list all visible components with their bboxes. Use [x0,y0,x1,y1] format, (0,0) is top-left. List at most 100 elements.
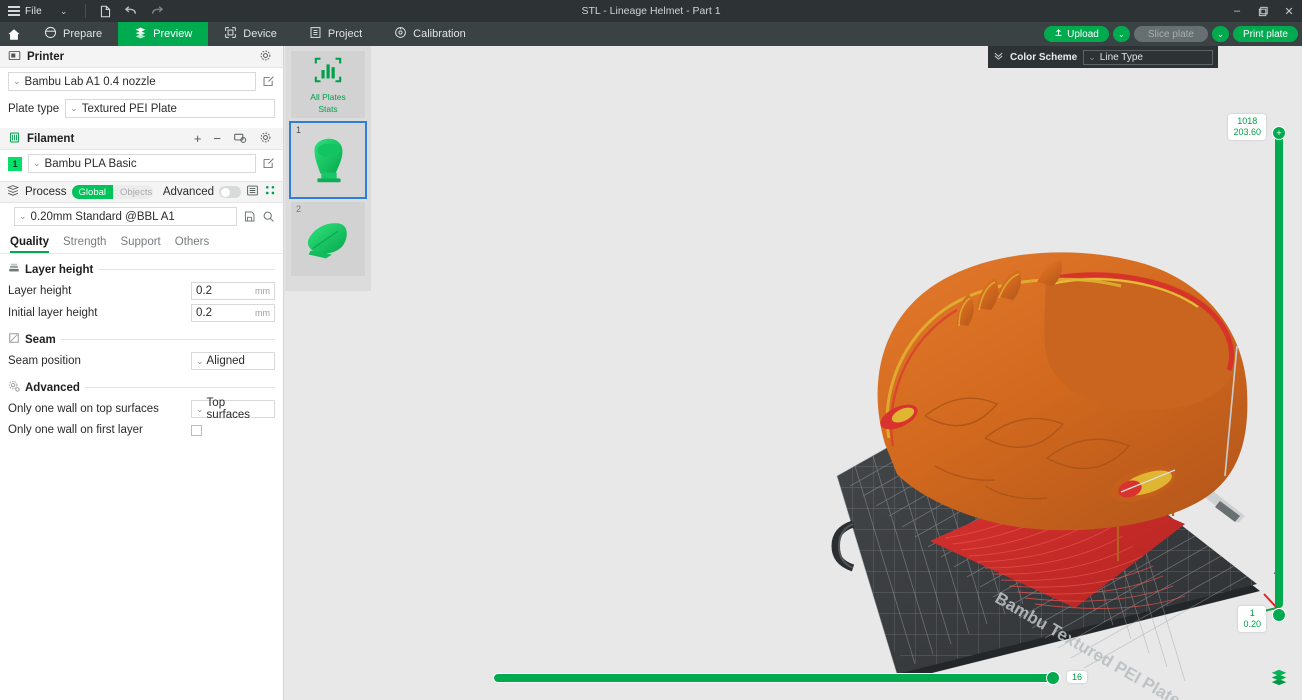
main-nav-bar: Prepare Preview Device Project Calibrati [0,22,1302,46]
printer-model-select[interactable]: ⌄ Bambu Lab A1 0.4 nozzle [8,72,256,91]
filament-settings-gear-icon[interactable] [256,131,275,147]
home-icon[interactable] [0,22,28,46]
compare-icon[interactable] [264,184,277,200]
process-preset-select[interactable]: ⌄ 0.20mm Standard @BBL A1 [14,207,237,226]
printer-section-header: Printer [0,46,283,68]
printer-icon [8,49,21,65]
layer-slider-bottom-layer: 1 [1243,608,1261,619]
moves-slider-track[interactable] [493,673,1061,683]
layer-slider-vertical[interactable]: 1018 203.60 + 1 0.20 [1272,120,1286,620]
tab-prepare[interactable]: Prepare [28,22,118,46]
setting-unit-initial-layer-height: mm [255,308,270,318]
collapse-icon[interactable] [993,48,1004,66]
window-title: STL - Lineage Helmet - Part 1 [0,5,1302,17]
redo-arrow-icon[interactable] [144,0,170,22]
layer-slider-lower-handle[interactable] [1272,608,1286,622]
filament-edit-icon[interactable] [262,157,275,170]
group-header-advanced: Advanced [0,372,283,398]
filament-add-button[interactable]: + [191,131,205,146]
plate-type-select[interactable]: ⌄ Textured PEI Plate [65,99,275,118]
layer-slider-track[interactable] [1275,132,1283,608]
setting-input-initial-layer-height[interactable]: 0.2 mm [191,304,275,322]
layers-stack-icon[interactable] [1266,664,1292,690]
advanced-toggle[interactable] [219,186,241,198]
setting-input-layer-height[interactable]: 0.2 mm [191,282,275,300]
tab-project[interactable]: Project [293,22,378,46]
all-plates-stats-label-line1: All Plates [310,92,345,102]
search-icon[interactable] [262,210,275,223]
setting-select-seam-position[interactable]: ⌄ Aligned [191,352,275,370]
color-scheme-label: Color Scheme [1010,52,1077,63]
tab-prepare-label: Prepare [63,28,102,40]
color-scheme-select[interactable]: ⌄ Line Type [1083,50,1213,65]
nav-actions: Upload ⌄ Slice plate ⌄ Print plate [1044,22,1298,46]
printer-edit-icon[interactable] [262,75,275,88]
file-menu-chevron-down-icon[interactable]: ⌄ [48,6,80,17]
bar-chart-icon [313,55,343,90]
setting-row-only-one-wall-first-layer: Only one wall on first layer [0,420,283,440]
tab-strength[interactable]: Strength [63,236,120,253]
printer-section-title: Printer [27,51,64,63]
layer-slider-upper-handle[interactable]: + [1272,126,1286,140]
printer-settings-gear-icon[interactable] [256,49,275,65]
tab-device[interactable]: Device [208,22,293,46]
upload-icon [1054,28,1063,40]
layer-slider-bottom-tooltip: 1 0.20 [1238,606,1266,632]
setting-label-initial-layer-height: Initial layer height [8,307,191,319]
setting-select-only-one-wall-top[interactable]: ⌄ Top surfaces [191,400,275,418]
save-icon[interactable] [243,210,256,223]
setting-checkbox-only-one-wall-first-layer[interactable] [191,425,202,436]
group-header-layer-height: Layer height [0,254,283,280]
plate-thumbnail-2[interactable]: 2 [291,202,365,276]
close-button[interactable]: ✕ [1276,0,1302,22]
chevron-down-icon: ⌄ [196,356,204,367]
tab-quality[interactable]: Quality [8,236,63,253]
model-helmet [877,252,1248,530]
setting-unit-layer-height: mm [255,286,270,296]
tab-others[interactable]: Others [175,236,224,253]
plate-preview-2 [291,202,365,276]
moves-slider-handle[interactable] [1046,671,1060,685]
new-project-icon[interactable] [92,0,118,22]
chevron-down-icon: ⌄ [70,103,78,114]
window-controls: – ✕ [1224,0,1302,22]
all-plates-stats-button[interactable]: All Plates Stats [291,51,365,118]
file-menu-button[interactable]: File [0,6,48,17]
tab-preview[interactable]: Preview [118,22,208,46]
plate-type-label: Plate type [8,103,59,115]
plate-preview-1 [291,123,365,197]
chevron-down-icon: ⌄ [13,76,21,87]
tab-support[interactable]: Support [120,236,174,253]
setting-label-layer-height: Layer height [8,285,191,297]
filament-slot-badge[interactable]: 1 [8,157,22,171]
setting-value-seam-position: Aligned [207,355,270,367]
plate-thumbnail-1[interactable]: 1 [291,123,365,197]
setting-row-only-one-wall-top: Only one wall on top surfaces ⌄ Top surf… [0,398,283,420]
minimize-button[interactable]: – [1224,0,1250,22]
sync-filament-icon[interactable] [230,131,250,147]
3d-viewport[interactable]: Bambu Textured PEI Plate [285,46,1302,700]
undo-arrow-icon[interactable] [118,0,144,22]
printer-model-value: Bambu Lab A1 0.4 nozzle [25,76,156,88]
filament-select[interactable]: ⌄ Bambu PLA Basic [28,154,256,173]
setting-row-seam-position: Seam position ⌄ Aligned [0,350,283,372]
filament-section-title: Filament [27,133,74,145]
process-scope-global[interactable]: Global [72,185,113,199]
tab-calibration[interactable]: Calibration [378,22,482,46]
tab-project-label: Project [328,28,362,40]
process-scope-objects[interactable]: Objects [113,185,153,199]
print-plate-dropdown-chevron-down-icon[interactable]: ⌄ [1212,26,1229,42]
slice-plate-button[interactable]: Slice plate [1134,26,1208,42]
setting-value-layer-height: 0.2 [196,285,255,297]
slice-plate-dropdown-chevron-down-icon[interactable]: ⌄ [1113,26,1130,42]
chevron-down-icon: ⌄ [1088,52,1096,63]
chevron-down-icon: ⌄ [33,158,41,169]
print-plate-button[interactable]: Print plate [1233,26,1298,42]
process-section-title: Process [25,186,67,198]
filament-remove-button[interactable]: − [210,131,224,146]
upload-button[interactable]: Upload [1044,26,1109,42]
maximize-button[interactable] [1250,0,1276,22]
moves-slider-horizontal[interactable]: 16 [493,672,1083,684]
list-view-icon[interactable] [246,184,259,200]
tab-preview-label: Preview [153,28,192,40]
